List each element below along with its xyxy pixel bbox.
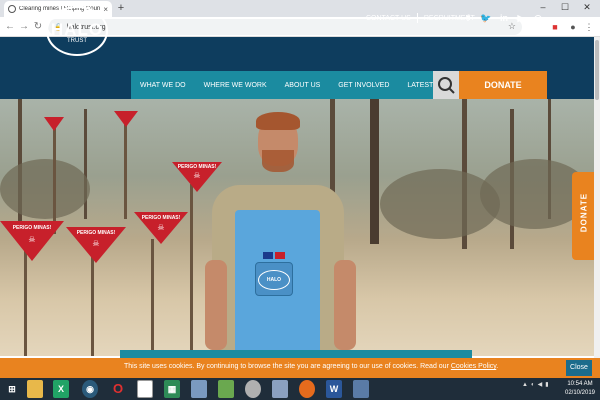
clock-date: 02/10/2019 [564,390,596,396]
taskbar-clock[interactable]: 10:54 AM 02/10/2019 [560,380,600,398]
file-explorer-icon[interactable] [27,380,43,398]
new-tab-button[interactable]: + [114,1,128,15]
twitter-icon[interactable]: 🐦 [480,12,492,24]
back-icon[interactable]: ← [4,20,16,34]
cookie-banner: This site uses cookies. By continuing to… [0,358,600,378]
reload-icon[interactable]: ↻ [32,20,44,34]
cookies-policy-link[interactable]: Cookies Policy [451,363,496,370]
calculator-icon[interactable]: ▦ [164,380,180,398]
extension-icon[interactable]: ■ [548,20,562,34]
cookie-message: This site uses cookies. By continuing to… [124,363,449,370]
person-right-arm [334,260,356,350]
person-hair [256,112,300,130]
contact-us-link[interactable]: CONTACT US [366,15,411,22]
chrome-icon[interactable]: ◉ [82,380,98,398]
youtube-icon[interactable]: ▶ [515,12,527,24]
profile-icon[interactable]: ● [566,20,580,34]
mine-sign-text: PERIGO MINAS! [12,225,52,231]
windows-start-icon[interactable]: ⊞ [4,380,20,398]
word-icon[interactable]: W [326,380,342,398]
maximize-button[interactable]: ☐ [554,0,576,15]
skull-icon: ☠ [28,235,36,244]
app-icon[interactable] [245,380,261,398]
skull-icon: ☠ [92,239,100,248]
nav-about-us[interactable]: ABOUT US [276,82,330,89]
network-icon[interactable]: ◐ [531,382,535,388]
mine-sign-text: PERIGO MINAS! [76,230,116,236]
battery-icon[interactable]: ▮ [545,381,548,388]
cookie-text: This site uses cookies. By continuing to… [124,363,498,370]
top-links: CONTACT US RECRUITMENT [366,13,475,23]
mine-sign-text: PERIGO MINAS! [141,215,181,221]
document-icon[interactable] [137,380,153,398]
side-donate-label: DONATE [579,192,589,233]
menu-icon[interactable]: ⋮ [582,20,596,34]
close-window-button[interactable]: ✕ [576,0,598,15]
divider [416,13,418,23]
person-left-arm [205,260,227,350]
opera-icon[interactable]: O [110,380,126,398]
app-icon[interactable] [218,380,234,398]
skull-icon: ☠ [193,171,201,180]
volume-icon[interactable]: ◀ [538,381,543,388]
app-icon[interactable] [191,380,207,398]
cookie-close-button[interactable]: Close [566,360,592,376]
nav-get-involved[interactable]: GET INVOLVED [329,82,398,89]
tray-chevron-icon[interactable]: ▲ [522,382,528,388]
tab-close-icon[interactable]: × [103,5,108,14]
person-beard [262,150,294,172]
site-favicon-icon [8,5,16,13]
clock-time: 10:54 AM [567,381,593,387]
app-icon[interactable] [272,380,288,398]
scrollbar-thumb[interactable] [595,40,599,100]
linkedin-icon[interactable]: in [498,12,510,24]
forward-icon[interactable]: → [18,20,30,34]
skull-icon: ☠ [157,223,165,232]
nav-what-we-do[interactable]: WHAT WE DO [131,82,195,89]
system-tray: ▲ ◐ ◀ ▮ [522,381,549,389]
side-donate-button[interactable]: DONATE [572,172,594,260]
vest-halo-logo: HALO [258,270,290,290]
firefox-icon[interactable] [299,380,315,398]
logo-halo: HALO [50,20,104,39]
flag-icon [263,252,273,259]
cookie-link-suffix: . [496,363,499,370]
app-icon[interactable] [353,380,369,398]
nav-where-we-work[interactable]: WHERE WE WORK [195,82,276,89]
search-button[interactable] [433,71,459,99]
excel-icon[interactable]: X [53,380,69,398]
donate-button[interactable]: DONATE [459,71,547,99]
flag-icon [275,252,285,259]
instagram-icon[interactable]: ◎ [532,12,544,24]
mine-sign-text: PERIGO MINAS! [177,164,217,170]
halo-trust-logo[interactable]: THE HALO TRUST [46,6,108,56]
main-nav: WHAT WE DO WHERE WE WORK ABOUT US GET IN… [131,71,433,99]
search-icon [438,77,455,94]
facebook-icon[interactable]: f [462,12,474,24]
